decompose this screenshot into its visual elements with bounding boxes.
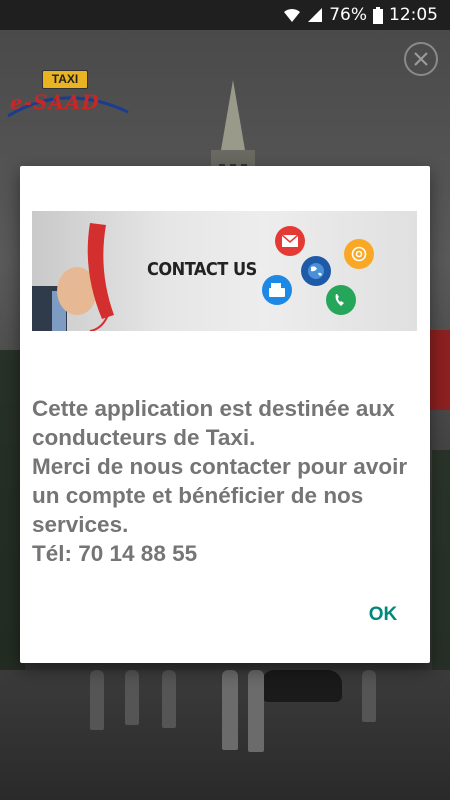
dialog-message: Cette application est destinée aux condu…: [32, 396, 408, 566]
wifi-icon: [283, 7, 301, 23]
phone-icon: [326, 285, 356, 315]
close-icon[interactable]: [404, 42, 438, 76]
fax-icon: [262, 275, 292, 305]
person-image: [162, 670, 176, 728]
person-image: [362, 670, 376, 722]
phone-handset-icon: [32, 223, 114, 331]
battery-level: 76%: [329, 5, 367, 25]
person-image: [90, 670, 104, 730]
banner-title: CONTACT US: [147, 259, 257, 280]
flag-image: [430, 330, 450, 410]
globe-icon: [301, 256, 331, 286]
contact-dialog: CONTACT US Cette application est destiné…: [20, 166, 430, 663]
status-bar: 76% 12:05: [0, 0, 450, 30]
person-image: [222, 670, 238, 750]
ok-button[interactable]: OK: [358, 600, 408, 630]
app-logo: TAXI e-SAAD: [4, 68, 130, 124]
car-image: [262, 670, 342, 702]
clock: 12:05: [389, 5, 438, 25]
mail-icon: [275, 226, 305, 256]
brand-name: e-SAAD: [10, 90, 100, 114]
at-icon: [344, 239, 374, 269]
person-image: [248, 670, 264, 752]
contact-banner: CONTACT US: [32, 211, 417, 331]
person-image: [125, 670, 139, 725]
battery-icon: [373, 6, 383, 24]
signal-icon: [307, 7, 323, 23]
